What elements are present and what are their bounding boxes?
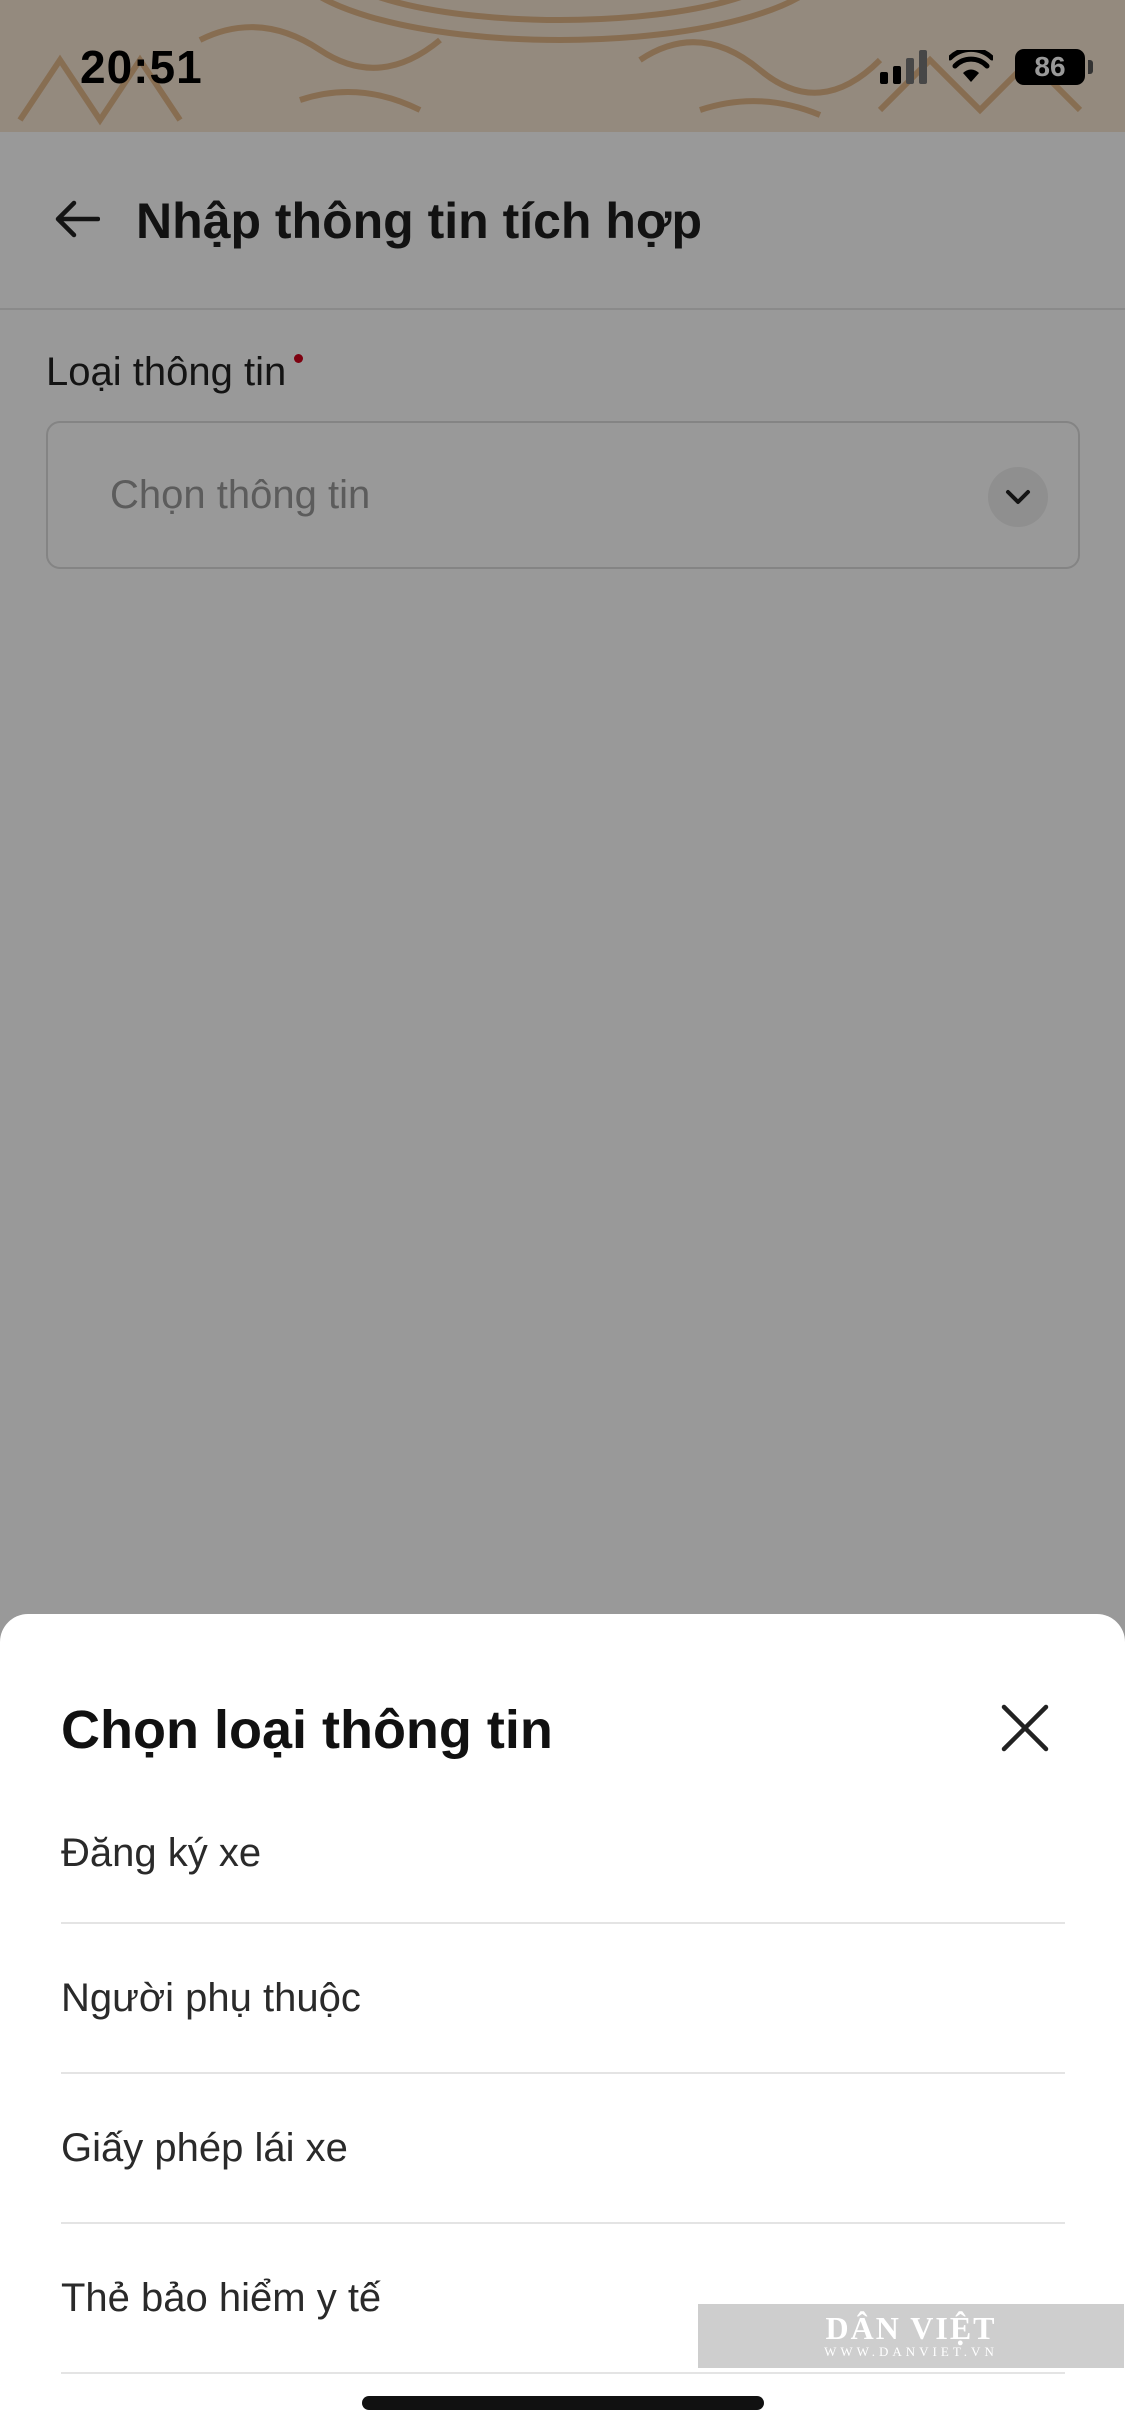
option-dependent[interactable]: Người phụ thuộc (61, 1924, 1065, 2074)
option-label: Đăng ký xe (61, 1830, 262, 1875)
option-driving-license[interactable]: Giấy phép lái xe (61, 2074, 1065, 2224)
watermark-main: DÂN VIỆT (825, 2310, 997, 2346)
sheet-title: Chọn loại thông tin (61, 1700, 553, 1760)
close-button[interactable] (993, 1696, 1057, 1760)
home-indicator[interactable] (362, 2396, 764, 2410)
option-label: Người phụ thuộc (61, 1975, 361, 2020)
watermark-sub: WWW.DANVIET.VN (824, 2344, 998, 2359)
option-list: Đăng ký xe Người phụ thuộc Giấy phép lái… (61, 1784, 1065, 2374)
option-vehicle-registration[interactable]: Đăng ký xe (61, 1784, 1065, 1924)
watermark-logo: DÂN VIỆT WWW.DANVIET.VN (698, 2304, 1124, 2368)
option-label: Thẻ bảo hiểm y tế (61, 2275, 382, 2320)
option-label: Giấy phép lái xe (61, 2125, 348, 2170)
close-icon (1001, 1704, 1049, 1752)
